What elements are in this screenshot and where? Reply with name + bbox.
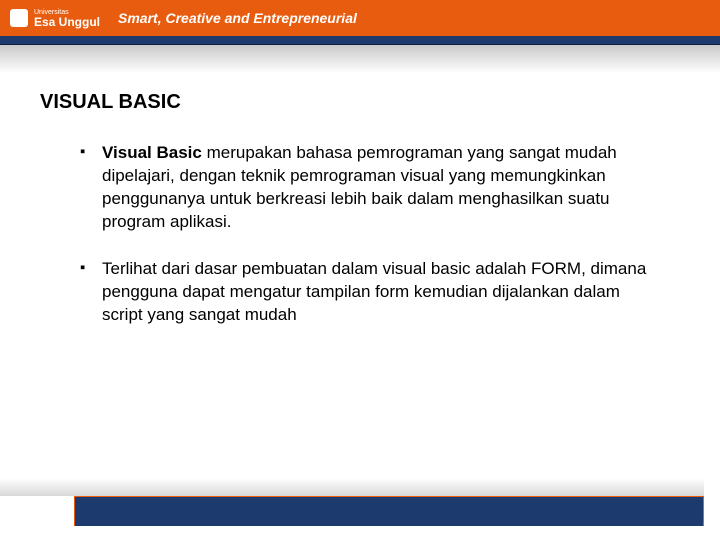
list-item: ▪ Terlihat dari dasar pembuatan dalam vi… <box>80 258 650 327</box>
bullet-icon: ▪ <box>80 142 102 234</box>
footer-bar <box>74 496 704 526</box>
logo-name: Esa Unggul <box>34 16 100 28</box>
bullet-text: Terlihat dari dasar pembuatan dalam visu… <box>102 258 650 327</box>
header-accent-strip <box>0 36 720 45</box>
list-item: ▪ Visual Basic merupakan bahasa pemrogra… <box>80 142 650 234</box>
slide-title: VISUAL BASIC <box>40 91 680 114</box>
logo-icon <box>10 9 28 27</box>
bullet-lead: Visual Basic <box>102 143 202 162</box>
header-fade <box>0 45 720 73</box>
bullet-icon: ▪ <box>80 258 102 327</box>
bullet-text: Visual Basic merupakan bahasa pemrograma… <box>102 142 650 234</box>
bullet-list: ▪ Visual Basic merupakan bahasa pemrogra… <box>40 142 680 327</box>
footer-shadow <box>0 478 704 496</box>
header-bar: Universitas Esa Unggul Smart, Creative a… <box>0 0 720 36</box>
bullet-body: Terlihat dari dasar pembuatan dalam visu… <box>102 259 646 324</box>
tagline: Smart, Creative and Entrepreneurial <box>118 10 357 26</box>
logo: Universitas Esa Unggul <box>10 9 100 28</box>
slide-content: VISUAL BASIC ▪ Visual Basic merupakan ba… <box>0 73 720 327</box>
logo-text: Universitas Esa Unggul <box>34 9 100 28</box>
